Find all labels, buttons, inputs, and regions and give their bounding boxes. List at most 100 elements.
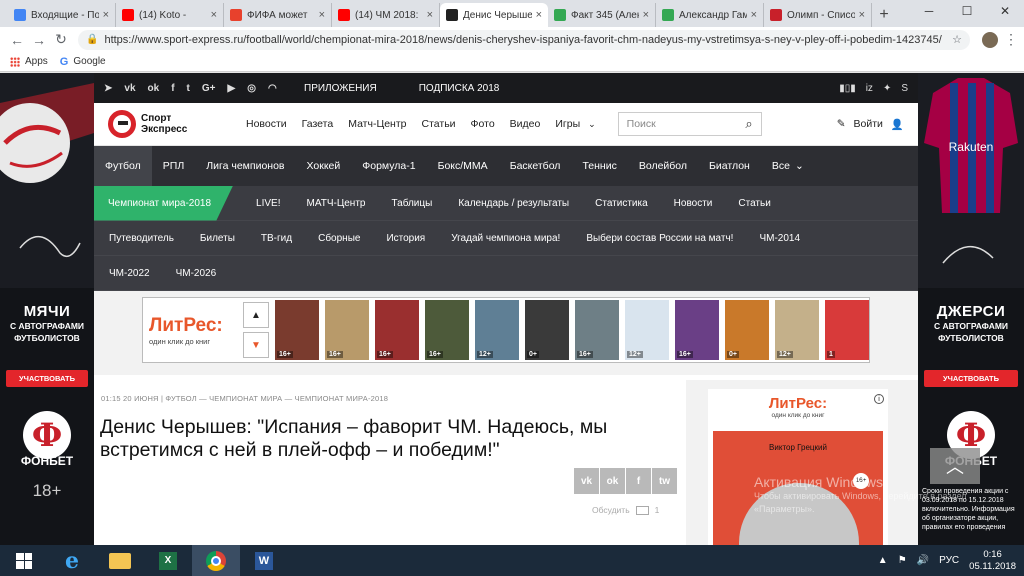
volume-icon[interactable]: 🔊 [917,555,929,566]
browser-tab[interactable]: Олимп - Списо × [764,3,872,27]
back-icon[interactable]: ← [6,32,28,48]
taskbar-ie[interactable]: e [48,545,96,576]
search-input[interactable]: Поиск ⌕ [617,112,762,136]
close-tab-icon[interactable]: × [319,9,325,21]
subnav-item[interactable]: Статистика [582,198,661,209]
main-nav-item[interactable]: Матч-Центр [348,118,406,130]
address-bar[interactable]: 🔒 https://www.sport-express.ru/football/… [78,29,970,50]
instagram-icon[interactable]: ◎ [247,83,256,94]
close-tab-icon[interactable]: × [427,9,433,21]
main-nav-item[interactable]: Фото [471,118,495,130]
book-cover[interactable]: 16+ [575,300,619,360]
main-nav-item[interactable]: Игры [555,118,580,130]
gplus-icon[interactable]: G+ [202,83,216,94]
login-link[interactable]: Войти [854,118,883,130]
subscription-link[interactable]: ПОДПИСКА 2018 [419,83,500,94]
sport-nav-item[interactable]: Биатлон [698,146,761,186]
right-participate-button[interactable]: УЧАСТВОВАТЬ [924,370,1018,387]
browser-tab[interactable]: Денис Черышев × [440,3,548,27]
sport-nav-item[interactable]: Футбол [94,146,152,186]
flag-icon[interactable]: ⚑ [898,555,907,566]
main-nav-item[interactable]: Новости [246,118,287,130]
subnav-item[interactable]: ЧМ-2014 [746,233,813,244]
sport-nav-item[interactable]: Хоккей [296,146,352,186]
subnav-item[interactable]: Угадай чемпиона мира! [438,233,573,244]
subnav-item[interactable]: ЧМ-2026 [163,268,230,279]
notepad-icon[interactable]: ✎ [837,118,846,130]
subnav-item[interactable]: LIVE! [243,198,293,209]
sport-nav-item[interactable]: Лига чемпионов [195,146,295,186]
left-participate-button[interactable]: УЧАСТВОВАТЬ [6,370,88,387]
share-ok-button[interactable]: ok [600,468,625,494]
book-cover[interactable]: 1 [825,300,869,360]
twitter-icon[interactable]: t [187,83,190,94]
clock[interactable]: 0:16 05.11.2018 [969,549,1016,573]
main-nav-item[interactable]: Газета [302,118,334,130]
user-icon[interactable]: 👤 [891,118,904,131]
chevron-down-icon[interactable]: ⌄ [588,119,596,130]
browser-tab[interactable]: Факт 345 (Алек × [548,3,656,27]
close-tab-icon[interactable]: × [751,9,757,21]
s-icon[interactable]: S [901,83,908,94]
arrow-down-icon[interactable]: ▼ [243,332,269,358]
taskbar-excel[interactable]: X [144,545,192,576]
discuss-link[interactable]: Обсудить 1 [592,505,659,515]
bookmark-star-icon[interactable]: ☆ [952,33,962,46]
browser-tab[interactable]: (14) ЧМ 2018: × [332,3,440,27]
bookmark-apps[interactable]: Apps [10,56,48,67]
start-button[interactable] [0,545,48,576]
vk-icon[interactable]: vk [124,83,135,94]
facebook-icon[interactable]: f [171,83,174,94]
pin-icon[interactable]: ✦ [883,83,891,94]
maximize-icon[interactable]: ☐ [948,0,986,22]
reload-icon[interactable]: ↻ [50,31,72,48]
barcode-icon[interactable]: ▮▯▮ [839,83,856,94]
sport-nav-item[interactable]: Бокс/ММА [427,146,499,186]
main-nav-item[interactable]: Видео [510,118,541,130]
share-twitter-button[interactable]: tw [652,468,677,494]
language-indicator[interactable]: РУС [939,555,959,566]
ok-icon[interactable]: ok [148,83,160,94]
arrow-up-icon[interactable]: ▲ [243,302,269,328]
subnav-item[interactable]: Выбери состав России на матч! [573,233,746,244]
close-tab-icon[interactable]: × [859,9,865,21]
youtube-icon[interactable]: ▶ [228,83,236,94]
browser-tab[interactable]: Александр Гам × [656,3,764,27]
book-cover[interactable]: 0+ [725,300,769,360]
subnav-item[interactable]: История [373,233,438,244]
book-cover[interactable]: 16+ [675,300,719,360]
book-cover[interactable]: 12+ [475,300,519,360]
forward-icon[interactable]: → [28,32,50,48]
new-tab-icon[interactable]: + [872,3,896,27]
browser-tab[interactable]: ФИФА может × [224,3,332,27]
book-cover[interactable]: 16+ [325,300,369,360]
book-cover[interactable]: 16+ [375,300,419,360]
taskbar-chrome[interactable] [192,545,240,576]
subnav-item[interactable]: Сборные [305,233,373,244]
telegram-icon[interactable]: ➤ [104,83,112,94]
taskbar-explorer[interactable] [96,545,144,576]
apps-link[interactable]: ПРИЛОЖЕНИЯ [304,83,377,94]
subnav-item[interactable]: Календарь / результаты [445,198,582,209]
sport-nav-item[interactable]: РПЛ [152,146,195,186]
litres-side-ad[interactable]: i ЛитРес: один клик до книг Виктор Грецк… [708,389,888,545]
sport-nav-item[interactable]: Волейбол [628,146,698,186]
litres-banner[interactable]: ЛитРес: один клик до книг ▲ ▼ 16+ 16+ 16+ 1… [142,297,870,363]
book-cover[interactable]: 12+ [625,300,669,360]
book-cover[interactable]: 16+ [425,300,469,360]
bookmark-google[interactable]: G Google [60,56,106,68]
left-branding-ad[interactable]: МЯЧИ С АВТОГРАФАМИ ФУТБОЛИСТОВ УЧАСТВОВА… [0,73,94,545]
search-icon[interactable]: ⌕ [745,116,752,132]
close-window-icon[interactable]: ✕ [986,0,1024,22]
close-tab-icon[interactable]: × [643,9,649,21]
browser-tab[interactable]: (14) Koto - × [116,3,224,27]
subnav-item[interactable]: ЧМ-2022 [96,268,163,279]
tray-arrow-icon[interactable]: ▲ [878,555,888,566]
ad-info-icon[interactable]: i [874,394,884,404]
iz-icon[interactable]: iz [866,83,873,94]
browser-tab[interactable]: Входящие - По × [8,3,116,27]
site-logo[interactable]: Спорт Экспресс [108,110,246,138]
share-vk-button[interactable]: vk [574,468,599,494]
close-tab-icon[interactable]: × [103,9,109,21]
subnav-item[interactable]: Билеты [187,233,248,244]
